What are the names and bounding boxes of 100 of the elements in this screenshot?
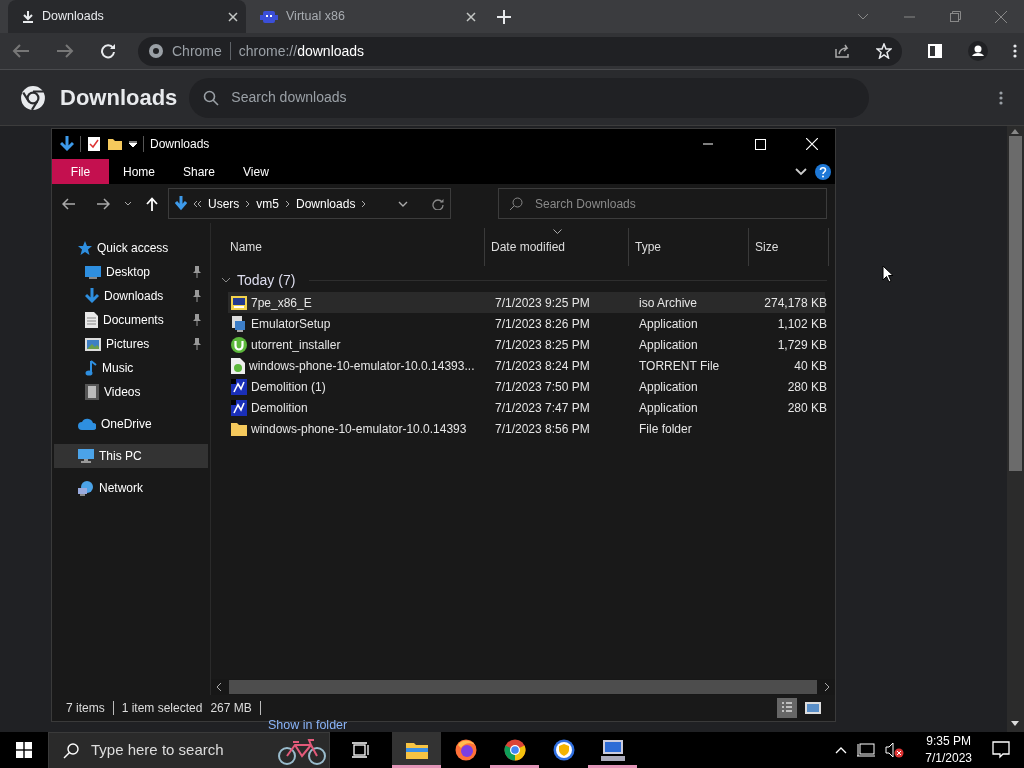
sidebar-item[interactable]: Desktop xyxy=(54,260,208,284)
minimize-icon xyxy=(703,143,713,145)
shield-icon xyxy=(552,739,575,761)
chevron-down-icon xyxy=(857,12,869,21)
ribbon-tab[interactable]: Home xyxy=(109,159,169,184)
breadcrumb-item[interactable]: Downloads xyxy=(296,194,356,213)
sidebar-item[interactable]: Network xyxy=(54,476,208,500)
menu-icon[interactable] xyxy=(1012,43,1018,59)
scroll-down-icon[interactable] xyxy=(1011,721,1019,726)
chevron-down-icon[interactable] xyxy=(795,167,807,176)
share-icon[interactable] xyxy=(834,43,852,59)
dropdown-icon[interactable] xyxy=(398,200,408,207)
chrome-logo-icon xyxy=(20,84,46,111)
clock[interactable]: 9:35 PM 7/1/2023 xyxy=(925,733,972,767)
muted-speaker-icon[interactable] xyxy=(885,742,906,758)
search-field[interactable]: Search Downloads xyxy=(498,188,827,219)
help-icon[interactable] xyxy=(815,163,831,180)
sidebar-item[interactable]: Downloads xyxy=(54,284,208,308)
group-header[interactable]: Today (7) xyxy=(211,268,835,292)
menu-icon[interactable] xyxy=(998,89,1004,106)
chevron-up-icon[interactable] xyxy=(835,746,848,754)
chevron-right-icon xyxy=(361,199,367,208)
pictures-icon xyxy=(85,337,101,351)
taskbar-app[interactable] xyxy=(392,732,441,768)
star-icon[interactable] xyxy=(876,43,892,59)
close-icon[interactable] xyxy=(228,11,238,22)
recent-caret-icon[interactable] xyxy=(124,201,132,206)
address-bar[interactable]: Chrome chrome://downloads xyxy=(138,36,902,66)
profile-icon[interactable] xyxy=(968,41,988,61)
computer-icon xyxy=(600,739,625,761)
file-row[interactable]: Demolition (1) 7/1/2023 7:50 PM Application 280 KB xyxy=(228,376,825,397)
close-icon xyxy=(995,10,1007,23)
file-row[interactable]: 7pe_x86_E 7/1/2023 9:25 PM iso Archive 274,178 KB xyxy=(228,292,825,313)
sort-icon xyxy=(553,229,562,234)
reload-icon[interactable] xyxy=(100,43,116,59)
date-cell-text: 7/1/2023 8:24 PM xyxy=(494,357,591,375)
properties-icon[interactable] xyxy=(87,136,101,152)
sidebar-item[interactable]: Videos xyxy=(54,380,208,404)
address-bar[interactable]: Users vm5 Downloads xyxy=(168,188,451,219)
browser-tab[interactable]: Virtual x86 xyxy=(246,0,484,33)
column-header[interactable]: Type xyxy=(629,228,749,266)
file-row[interactable]: windows-phone-10-emulator-10.0.14393 7/1/2023 8:56 PM File folder xyxy=(228,418,825,439)
sidebar-item[interactable]: OneDrive xyxy=(54,412,208,436)
search-icon xyxy=(203,89,220,106)
date-cell-text: 7/1/2023 7:50 PM xyxy=(494,378,591,396)
restore-icon xyxy=(949,11,961,22)
sidebar-item[interactable]: Music xyxy=(54,356,208,380)
breadcrumb-item[interactable]: Users xyxy=(208,194,240,213)
column-header[interactable]: Size xyxy=(749,228,829,266)
column-header[interactable]: Date modified xyxy=(485,228,629,266)
selection-info: 1 item selected xyxy=(121,700,203,717)
sidebar-item[interactable]: Quick access xyxy=(54,236,208,260)
details-view-icon[interactable] xyxy=(777,698,797,718)
search-field[interactable]: Type here to search xyxy=(48,732,330,768)
search-field[interactable]: Search downloads xyxy=(189,77,870,118)
close-icon[interactable] xyxy=(466,11,476,22)
file-name: windows-phone-10-emulator-10.0.14393 xyxy=(251,420,467,438)
date-cell-text: 7/1/2023 8:26 PM xyxy=(494,315,591,333)
notifications-icon[interactable] xyxy=(992,741,1010,759)
show-in-folder-link[interactable]: Show in folder xyxy=(268,719,348,731)
ribbon-tab[interactable]: Share xyxy=(169,159,230,184)
folder-icon[interactable] xyxy=(107,136,123,152)
bicycle-icon xyxy=(275,736,329,765)
side-panel-icon[interactable] xyxy=(928,44,942,58)
chevron-right-icon xyxy=(285,199,290,208)
item-count: 7 items xyxy=(66,700,105,717)
close-icon xyxy=(806,138,818,150)
file-row[interactable]: utorrent_installer 7/1/2023 8:25 PM Application 1,729 KB xyxy=(228,334,825,355)
document-icon xyxy=(85,312,98,328)
file-row[interactable]: EmulatorSetup 7/1/2023 8:26 PM Application 1,102 KB xyxy=(228,313,825,334)
file-menu-button[interactable]: File xyxy=(52,159,109,184)
refresh-icon[interactable] xyxy=(432,197,444,210)
up-arrow-icon[interactable] xyxy=(146,196,158,211)
cursor-icon xyxy=(882,265,894,283)
breadcrumb-item[interactable]: vm5 xyxy=(256,194,279,213)
sidebar-item[interactable]: Pictures xyxy=(54,332,208,356)
file-name: utorrent_installer xyxy=(251,336,341,354)
scrollbar[interactable] xyxy=(1007,126,1024,732)
download-icon xyxy=(175,195,187,212)
back-icon[interactable] xyxy=(62,197,76,210)
large-icons-view-icon[interactable] xyxy=(805,701,821,715)
file-row[interactable]: Demolition 7/1/2023 7:47 PM Application 280 KB xyxy=(228,397,825,418)
size-cell-text: 1,102 KB xyxy=(776,315,827,333)
chevron-down-icon[interactable] xyxy=(221,275,231,285)
caret-icon[interactable] xyxy=(129,141,137,147)
window-title: Downloads xyxy=(150,136,210,153)
date-cell-text: 7/1/2023 7:47 PM xyxy=(494,399,591,417)
type-cell-text: TORRENT File xyxy=(638,357,721,375)
network-icon[interactable] xyxy=(857,743,876,757)
sidebar-item[interactable]: This PC xyxy=(54,444,208,468)
column-header[interactable]: Name xyxy=(224,228,485,266)
forward-icon[interactable] xyxy=(96,197,110,210)
overflow-icon xyxy=(193,199,202,208)
file-name: Demolition (1) xyxy=(251,378,326,396)
chrome-icon xyxy=(503,739,526,761)
browser-tab[interactable]: Downloads xyxy=(8,0,246,33)
sidebar-item[interactable]: Documents xyxy=(54,308,208,332)
file-row[interactable]: windows-phone-10-emulator-10.0.14393... 7/1/2023 8:24 PM TORRENT File 40 KB xyxy=(228,355,825,376)
ribbon-tab[interactable]: View xyxy=(229,159,283,184)
scroll-up-icon[interactable] xyxy=(1011,129,1019,134)
